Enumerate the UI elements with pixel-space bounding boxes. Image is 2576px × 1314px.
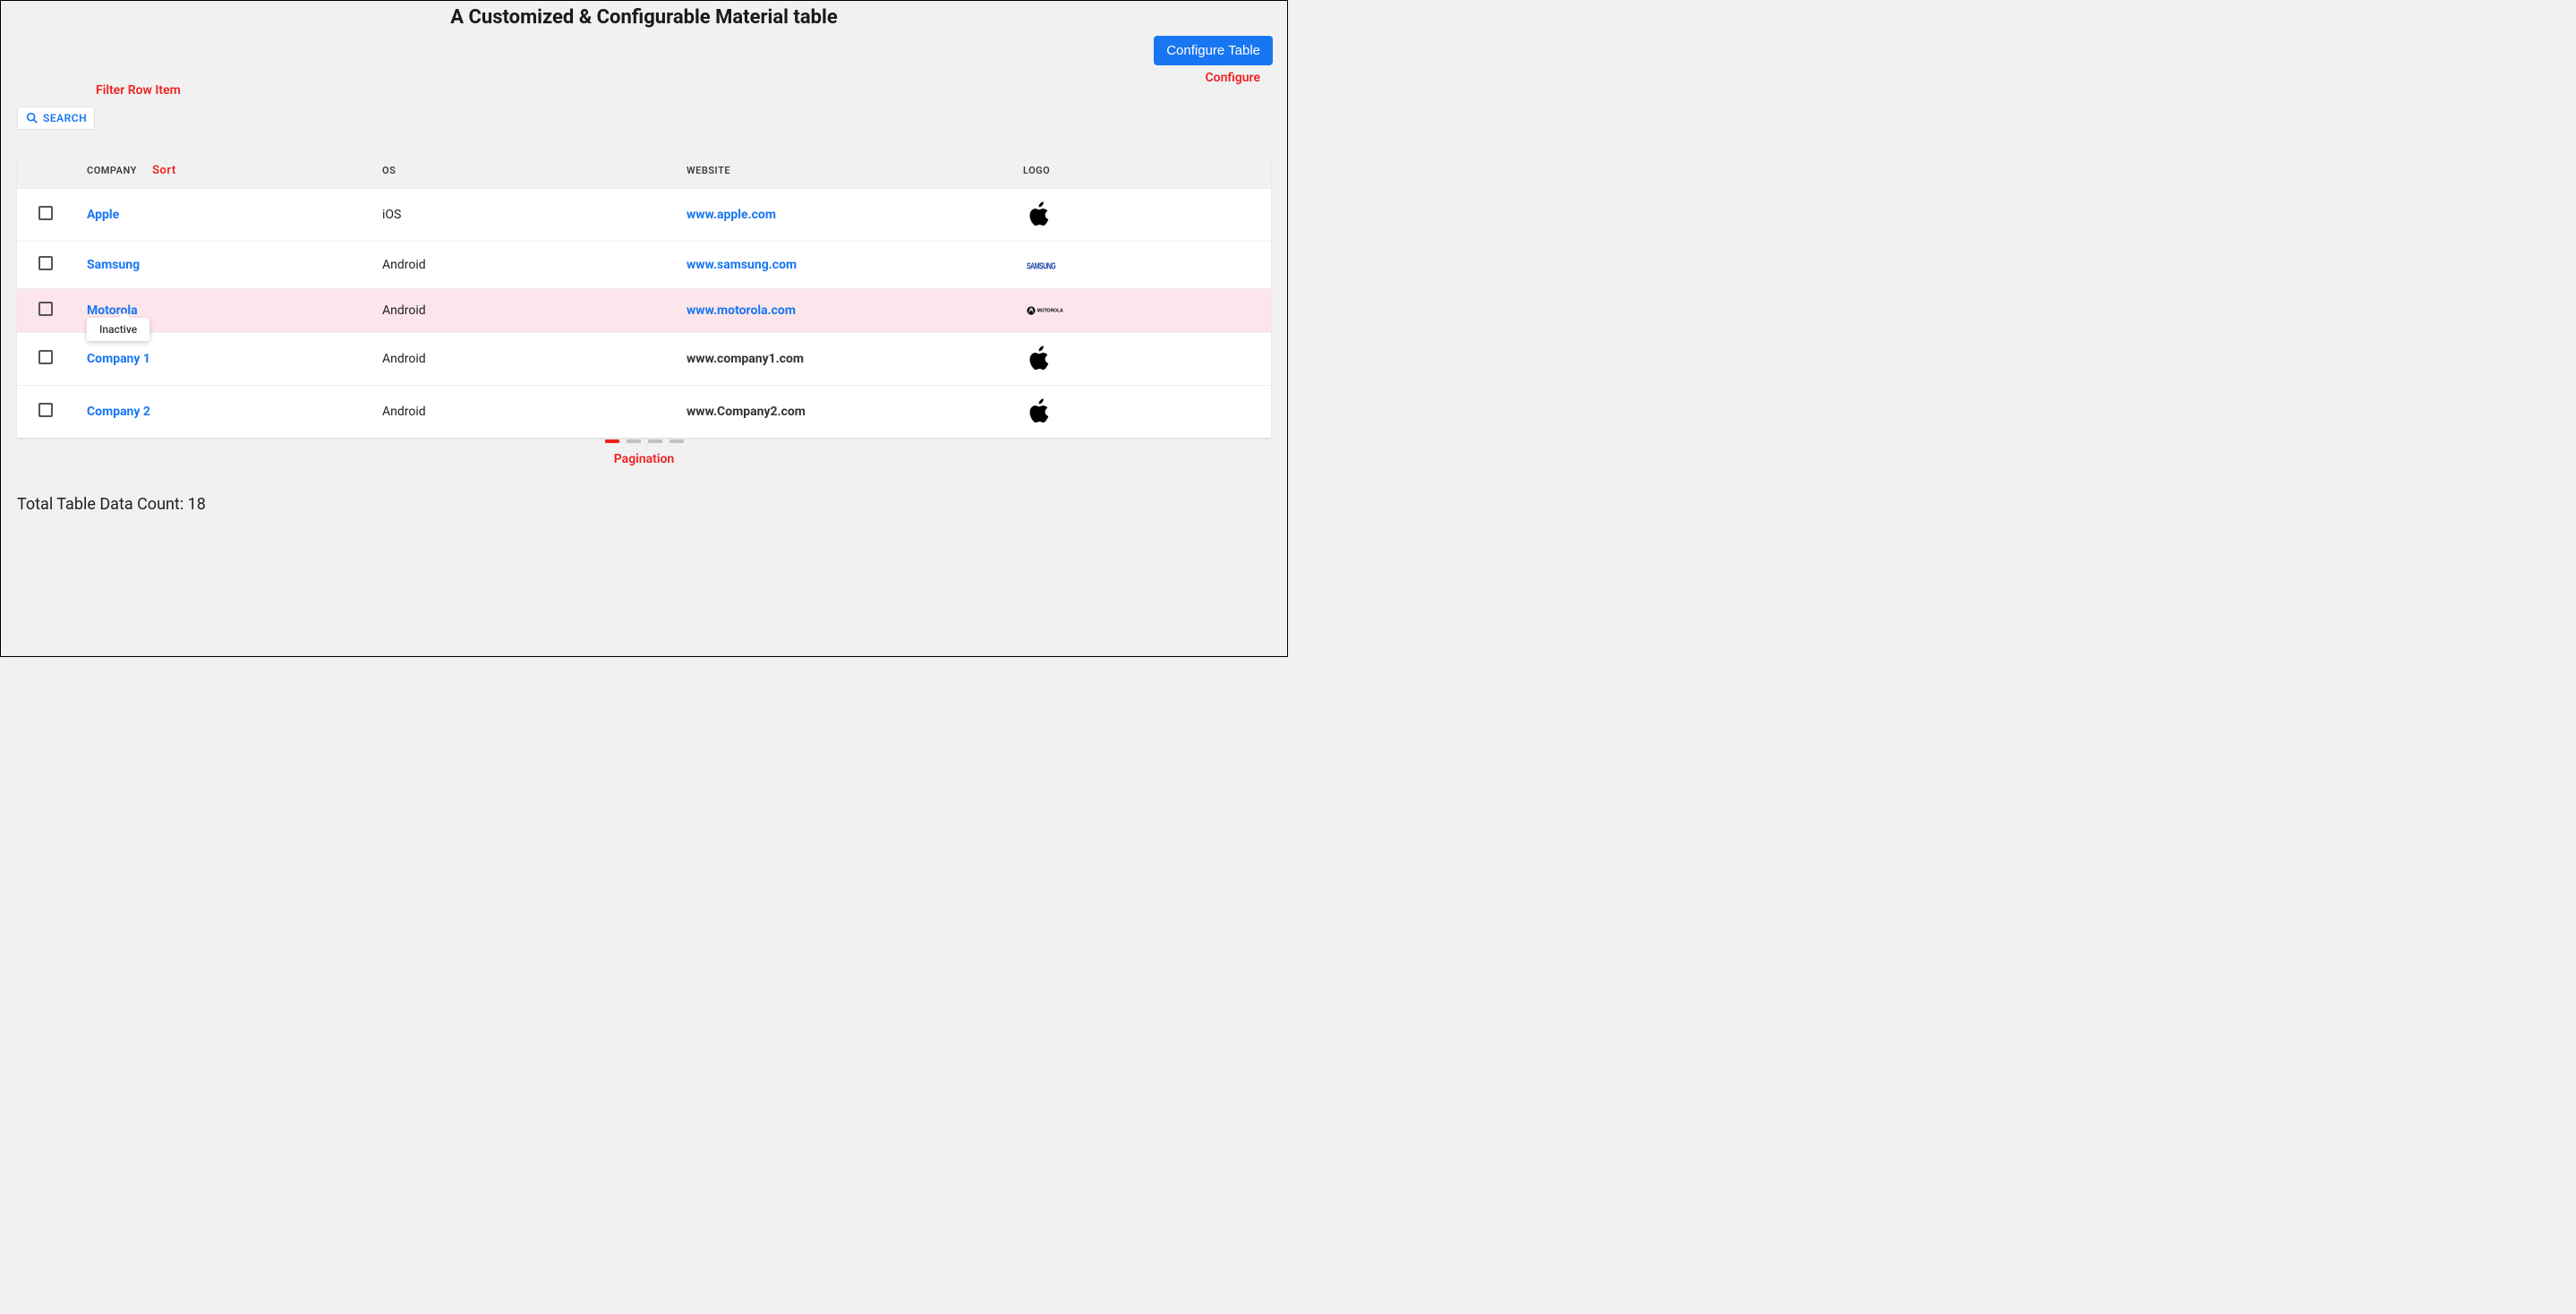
pagination-dot[interactable] xyxy=(670,439,684,443)
company-link[interactable]: Company 2 xyxy=(87,405,150,419)
os-cell: Android xyxy=(375,386,679,439)
table-row: Company 2 Android www.Company2.com xyxy=(17,386,1271,439)
svg-text:SAMSUNG: SAMSUNG xyxy=(1027,260,1056,271)
top-bar: Configure Table xyxy=(1,32,1287,65)
motorola-logo-icon: MOTOROLA xyxy=(1027,303,1071,318)
website-link: www.company1.com xyxy=(687,352,804,366)
row-checkbox[interactable] xyxy=(38,302,53,316)
svg-text:MOTOROLA: MOTOROLA xyxy=(1037,309,1063,314)
row-checkbox[interactable] xyxy=(38,403,53,417)
website-link[interactable]: www.motorola.com xyxy=(687,303,796,318)
company-link[interactable]: Samsung xyxy=(87,258,140,272)
annotation-sort: Sort xyxy=(152,164,176,177)
row-checkbox[interactable] xyxy=(38,256,53,270)
search-label: SEARCH xyxy=(43,112,87,124)
column-header-company[interactable]: COMPANY Sort xyxy=(71,153,375,189)
annotation-pagination: Pagination xyxy=(614,452,674,466)
apple-logo-icon xyxy=(1027,346,1053,372)
column-header-os[interactable]: OS xyxy=(375,153,679,189)
pagination: Pagination xyxy=(1,439,1287,466)
os-cell: Android xyxy=(375,289,679,333)
company-link[interactable]: Apple xyxy=(87,208,119,222)
configure-table-button[interactable]: Configure Table xyxy=(1154,36,1273,65)
logo-cell xyxy=(1019,333,1271,386)
annotation-filter-row: Filter Row Item xyxy=(96,83,181,98)
website-link[interactable]: www.apple.com xyxy=(687,208,776,222)
search-icon xyxy=(25,111,39,125)
annotation-configure: Configure xyxy=(1,65,1287,85)
row-checkbox[interactable] xyxy=(38,206,53,220)
table-row: Motorola Android www.motorola.com MOTOROLA xyxy=(17,289,1271,333)
search-input[interactable]: SEARCH xyxy=(17,107,95,130)
website-link: www.Company2.com xyxy=(687,405,806,419)
logo-cell: SAMSUNG xyxy=(1019,242,1271,289)
logo-cell: MOTOROLA xyxy=(1019,289,1271,333)
table-row: Company 1 Android www.company1.com xyxy=(17,333,1271,386)
website-link[interactable]: www.samsung.com xyxy=(687,258,797,272)
tooltip-inactive: Inactive xyxy=(87,318,149,341)
data-table: COMPANY Sort OS WEBSITE LOGO Apple iOS www… xyxy=(17,153,1271,438)
column-header-logo[interactable]: LOGO xyxy=(1019,153,1271,189)
table-row: Apple iOS www.apple.com xyxy=(17,189,1271,242)
apple-logo-icon xyxy=(1027,398,1053,425)
logo-cell xyxy=(1019,386,1271,439)
column-header-website[interactable]: WEBSITE xyxy=(679,153,1019,189)
column-header-checkbox xyxy=(17,153,71,189)
table-row: Samsung Android www.samsung.com SAMSUNG xyxy=(17,242,1271,289)
pagination-dot[interactable] xyxy=(605,439,619,443)
pagination-dot[interactable] xyxy=(648,439,662,443)
os-cell: Android xyxy=(375,242,679,289)
page-title: A Customized & Configurable Material tab… xyxy=(1,1,1287,32)
total-count-label: Total Table Data Count: 18 xyxy=(17,495,206,514)
pagination-dot[interactable] xyxy=(627,439,641,443)
table-header-row: COMPANY Sort OS WEBSITE LOGO xyxy=(17,153,1271,189)
logo-cell xyxy=(1019,189,1271,242)
os-cell: iOS xyxy=(375,189,679,242)
company-link[interactable]: Company 1 xyxy=(87,352,150,366)
samsung-logo-icon: SAMSUNG xyxy=(1027,254,1071,276)
company-link[interactable]: Motorola xyxy=(87,303,138,318)
apple-logo-icon xyxy=(1027,201,1053,228)
os-cell: Android xyxy=(375,333,679,386)
row-checkbox[interactable] xyxy=(38,350,53,364)
